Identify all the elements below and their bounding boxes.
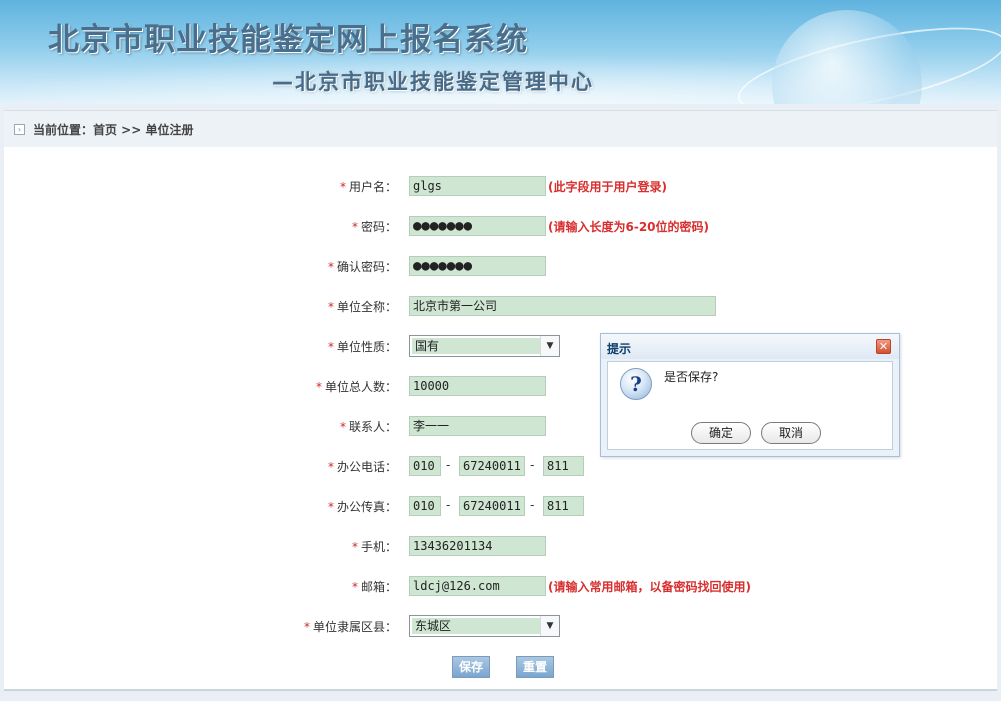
required-mark: * — [339, 180, 346, 194]
ok-button[interactable]: 确定 — [691, 422, 751, 444]
password-label-text: 密码： — [360, 220, 397, 234]
username-input[interactable]: glgs — [409, 176, 546, 196]
header-banner: 北京市职业技能鉴定网上报名系统 —北京市职业技能鉴定管理中心 — [0, 0, 1001, 104]
org-type-label: * 单位性质： — [328, 338, 397, 355]
username-label: * 用户名： — [340, 178, 397, 195]
org-name-input[interactable]: 北京市第一公司 — [409, 296, 716, 316]
office-fax-label: * 办公传真： — [328, 498, 397, 515]
required-mark: * — [351, 580, 358, 594]
mobile-input[interactable]: 13436201134 — [409, 536, 546, 556]
required-mark: * — [327, 300, 334, 314]
required-mark: * — [303, 620, 310, 634]
chevron-down-icon[interactable]: ▼ — [540, 616, 559, 636]
password-input[interactable]: ●●●●●●● — [409, 216, 546, 236]
password-hint: (请输入长度为6-20位的密码) — [548, 220, 709, 234]
required-mark: * — [327, 500, 334, 514]
district-label-text: 单位隶属区县： — [312, 620, 397, 634]
required-mark: * — [327, 460, 334, 474]
mobile-label-text: 手机： — [360, 540, 397, 554]
username-hint: (此字段用于用户登录) — [548, 180, 667, 194]
email-label-text: 邮箱： — [360, 580, 397, 594]
username-label-text: 用户名： — [348, 180, 397, 194]
office-fax-ext-input[interactable]: 811 — [543, 496, 584, 516]
district-label: * 单位隶属区县： — [304, 618, 397, 635]
phone-dash: - — [446, 458, 451, 472]
banner-title: 北京市职业技能鉴定网上报名系统 — [48, 22, 528, 58]
email-label: * 邮箱： — [352, 578, 397, 595]
office-fax-area-input[interactable]: 010 — [409, 496, 441, 516]
cancel-button[interactable]: 取消 — [761, 422, 821, 444]
required-mark: * — [339, 420, 346, 434]
dialog-header — [601, 334, 899, 359]
office-phone-label-text: 办公电话： — [336, 460, 397, 474]
contact-label-text: 联系人： — [348, 420, 397, 434]
district-select[interactable]: 东城区 ▼ — [409, 615, 560, 637]
office-phone-ext-input[interactable]: 811 — [543, 456, 584, 476]
required-mark: * — [327, 260, 334, 274]
confirm-password-input[interactable]: ●●●●●●● — [409, 256, 546, 276]
confirm-dialog: 提示 ✕ ? 是否保存? 确定 取消 — [600, 333, 900, 457]
save-button[interactable]: 保存 — [452, 656, 490, 678]
headcount-label-text: 单位总人数： — [324, 380, 397, 394]
org-name-label-text: 单位全称： — [336, 300, 397, 314]
phone-dash: - — [530, 458, 535, 472]
fax-dash: - — [530, 498, 535, 512]
office-fax-number-input[interactable]: 67240011 — [459, 496, 525, 516]
office-phone-label: * 办公电话： — [328, 458, 397, 475]
required-mark: * — [351, 220, 358, 234]
confirm-password-label-text: 确认密码： — [336, 260, 397, 274]
org-type-selected: 国有 — [412, 338, 540, 354]
email-hint: (请输入常用邮箱，以备密码找回使用) — [548, 580, 751, 594]
dialog-body: ? 是否保存? 确定 取消 — [607, 361, 893, 450]
confirm-password-label: * 确认密码： — [328, 258, 397, 275]
contact-label: * 联系人： — [340, 418, 397, 435]
dialog-message: 是否保存? — [664, 370, 719, 384]
reset-button[interactable]: 重置 — [516, 656, 554, 678]
banner-subtitle: —北京市职业技能鉴定管理中心 — [272, 70, 594, 94]
globe-icon — [772, 10, 922, 104]
required-mark: * — [315, 380, 322, 394]
close-icon[interactable]: ✕ — [876, 339, 891, 354]
password-label: * 密码： — [352, 218, 397, 235]
office-phone-area-input[interactable]: 010 — [409, 456, 441, 476]
required-mark: * — [327, 340, 334, 354]
headcount-input[interactable]: 10000 — [409, 376, 546, 396]
fax-dash: - — [446, 498, 451, 512]
required-mark: * — [351, 540, 358, 554]
office-phone-number-input[interactable]: 67240011 — [459, 456, 525, 476]
org-type-label-text: 单位性质： — [336, 340, 397, 354]
org-name-label: * 单位全称： — [328, 298, 397, 315]
mobile-label: * 手机： — [352, 538, 397, 555]
office-fax-label-text: 办公传真： — [336, 500, 397, 514]
org-type-select[interactable]: 国有 ▼ — [409, 335, 560, 357]
question-icon: ? — [620, 368, 652, 400]
dialog-title: 提示 — [607, 342, 632, 356]
breadcrumb: 当前位置：首页 >> 单位注册 — [33, 123, 194, 137]
box-arrow-icon: › — [14, 124, 25, 135]
headcount-label: * 单位总人数： — [316, 378, 397, 395]
bottom-divider — [4, 689, 997, 691]
chevron-down-icon[interactable]: ▼ — [540, 336, 559, 356]
district-selected: 东城区 — [412, 618, 540, 634]
contact-input[interactable]: 李一一 — [409, 416, 546, 436]
breadcrumb-bar: › 当前位置：首页 >> 单位注册 — [4, 110, 997, 148]
email-input[interactable]: ldcj@126.com — [409, 576, 546, 596]
